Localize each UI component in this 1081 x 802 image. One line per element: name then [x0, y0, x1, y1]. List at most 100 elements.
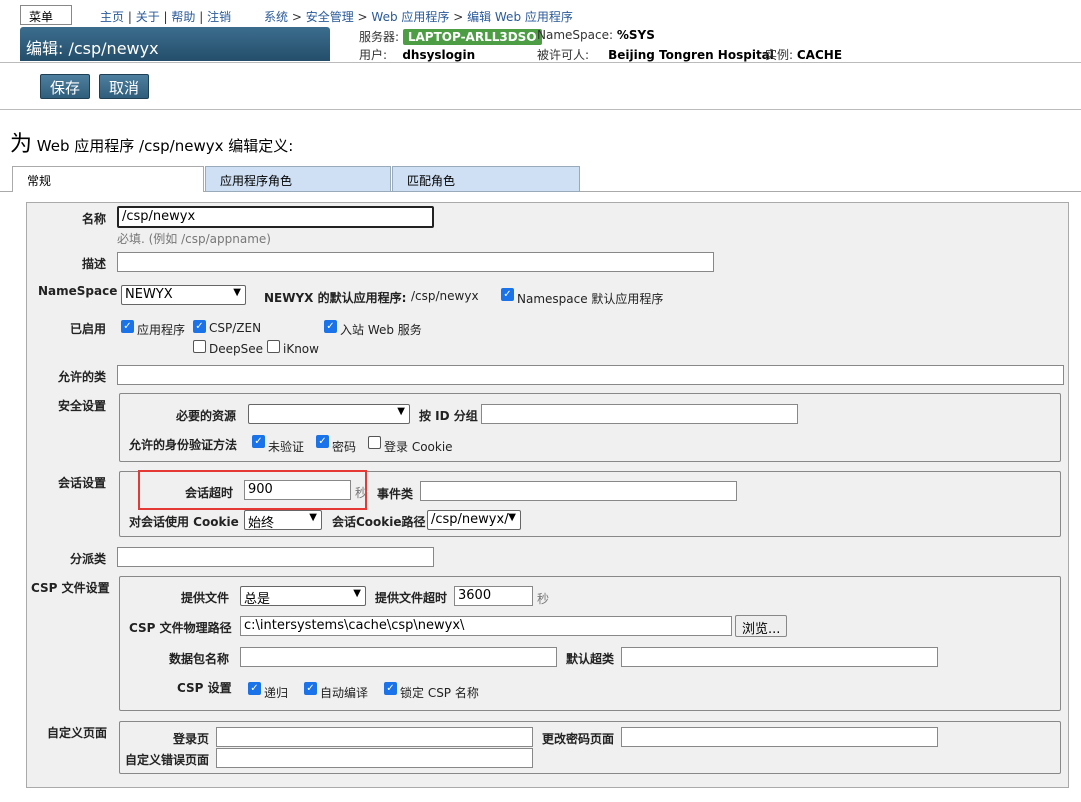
- namespace-default-checkbox[interactable]: ✓: [501, 288, 514, 301]
- licensee-label: 被许可人:: [537, 48, 590, 62]
- auth-unauth-checkbox[interactable]: ✓: [252, 435, 265, 448]
- serve-files-select[interactable]: 总是 ▼: [240, 586, 366, 607]
- session-label: 会话设置: [58, 476, 107, 490]
- browse-button[interactable]: 浏览...: [735, 615, 788, 637]
- breadcrumb-webapps[interactable]: Web 应用程序: [371, 10, 449, 24]
- group-by-id-label: 按 ID 分组: [419, 409, 478, 423]
- link-about[interactable]: 关于: [136, 10, 160, 24]
- serve-files-value: 总是: [244, 592, 271, 607]
- dispatch-class-input[interactable]: [117, 547, 434, 567]
- namespace-default-label: Namespace 默认应用程序: [517, 292, 664, 306]
- group-by-id-input[interactable]: [481, 404, 798, 424]
- page-heading: 为 Web 应用程序 /csp/newyx 编辑定义:: [10, 126, 293, 158]
- link-logout[interactable]: 注销: [207, 10, 231, 24]
- instance-label: 实例:: [765, 48, 794, 62]
- csp-autocompile-checkbox[interactable]: ✓: [304, 682, 317, 695]
- description-label: 描述: [82, 257, 107, 271]
- session-timeout-unit: 秒: [355, 486, 368, 500]
- cookie-path-select[interactable]: /csp/newyx/ ▼: [427, 510, 521, 530]
- name-input[interactable]: /csp/newyx: [117, 206, 434, 228]
- event-class-label: 事件类: [377, 487, 414, 501]
- save-button[interactable]: 保存: [40, 74, 91, 99]
- enabled-csp-label: CSP/ZEN: [209, 321, 262, 335]
- required-resource-label: 必要的资源: [176, 409, 237, 423]
- server-badge: LAPTOP-ARLL3DSO: [402, 29, 542, 45]
- session-timeout-label: 会话超时: [185, 486, 234, 500]
- namespace-select[interactable]: NEWYX ▼: [121, 285, 246, 305]
- tab-matching-roles[interactable]: 匹配角色: [392, 166, 580, 192]
- custom-pages-label: 自定义页面: [47, 726, 108, 740]
- cookie-path-label: 会话Cookie路径: [332, 515, 426, 529]
- enabled-iknow-label: iKnow: [283, 342, 319, 356]
- cancel-button[interactable]: 取消: [99, 74, 150, 99]
- serve-timeout-label: 提供文件超时: [375, 591, 448, 605]
- auth-password-label: 密码: [332, 440, 357, 454]
- server-info: 服务器: LAPTOP-ARLL3DSO: [359, 28, 542, 45]
- login-page-input[interactable]: [216, 727, 533, 747]
- auth-cookie-checkbox[interactable]: [368, 436, 381, 449]
- namespace-info: NameSpace: %SYS: [537, 28, 655, 42]
- serve-timeout-unit: 秒: [537, 592, 550, 606]
- enabled-app-label: 应用程序: [137, 323, 186, 337]
- breadcrumb-edit-webapp[interactable]: 编辑 Web 应用程序: [467, 10, 573, 24]
- server-label: 服务器:: [359, 30, 400, 44]
- divider: [0, 109, 1081, 110]
- serve-timeout-input[interactable]: 3600: [454, 586, 533, 606]
- tab-general[interactable]: 常规: [12, 166, 204, 192]
- page-title: 编辑: /csp/newyx: [20, 27, 330, 61]
- package-name-input[interactable]: [240, 647, 557, 667]
- csp-recurse-checkbox[interactable]: ✓: [248, 682, 261, 695]
- user-value: dhsyslogin: [402, 48, 476, 62]
- instance-info: 实例: CACHE: [765, 46, 842, 63]
- change-password-page-input[interactable]: [621, 727, 938, 747]
- enabled-inbound-label: 入站 Web 服务: [340, 323, 422, 337]
- enabled-deepsee-checkbox[interactable]: [193, 340, 206, 353]
- enabled-iknow-checkbox[interactable]: [267, 340, 280, 353]
- event-class-input[interactable]: [420, 481, 737, 501]
- use-cookie-select[interactable]: 始终 ▼: [244, 510, 322, 531]
- auth-cookie-label: 登录 Cookie: [384, 440, 453, 454]
- chevron-down-icon: ▼: [508, 512, 516, 523]
- link-home[interactable]: 主页: [100, 10, 124, 24]
- namespace-select-value: NEWYX: [125, 287, 173, 302]
- top-links: 主页 | 关于 | 帮助 | 注销: [100, 10, 232, 24]
- description-input[interactable]: [117, 252, 714, 272]
- name-hint: 必填. (例如 /csp/appname): [117, 232, 271, 246]
- custom-error-page-input[interactable]: [216, 748, 533, 768]
- required-resource-select[interactable]: ▼: [248, 404, 410, 424]
- use-cookie-label: 对会话使用 Cookie: [129, 515, 239, 529]
- auth-password-checkbox[interactable]: ✓: [316, 435, 329, 448]
- default-superclass-label: 默认超类: [566, 652, 615, 666]
- default-app-label: NEWYX 的默认应用程序:: [264, 291, 407, 305]
- csp-lock-checkbox[interactable]: ✓: [384, 682, 397, 695]
- csp-settings-section-label: CSP 文件设置: [31, 581, 110, 595]
- csp-path-input[interactable]: c:\intersystems\cache\csp\newyx\: [240, 616, 732, 636]
- default-superclass-input[interactable]: [621, 647, 938, 667]
- enabled-inbound-checkbox[interactable]: ✓: [324, 320, 337, 333]
- session-timeout-input[interactable]: 900: [244, 480, 351, 500]
- chevron-down-icon: ▼: [353, 588, 361, 599]
- breadcrumb-security[interactable]: 安全管理: [306, 10, 354, 24]
- licensee-value: Beijing Tongren Hospital: [608, 48, 774, 62]
- csp-lock-label: 锁定 CSP 名称: [400, 686, 479, 700]
- breadcrumb: 系统 > 安全管理 > Web 应用程序 > 编辑 Web 应用程序: [264, 10, 573, 24]
- namespace-label: NameSpace:: [537, 28, 614, 42]
- chevron-down-icon: ▼: [309, 512, 317, 523]
- instance-value: CACHE: [796, 48, 843, 62]
- enabled-csp-checkbox[interactable]: ✓: [193, 320, 206, 333]
- breadcrumb-system[interactable]: 系统: [264, 10, 288, 24]
- user-label: 用户:: [359, 48, 388, 62]
- allowed-class-input[interactable]: [117, 365, 1064, 385]
- link-help[interactable]: 帮助: [171, 10, 195, 24]
- enabled-app-checkbox[interactable]: ✓: [121, 320, 134, 333]
- licensee-info: 被许可人: Beijing Tongren Hospital: [537, 46, 774, 63]
- chevron-down-icon: ▼: [397, 406, 405, 417]
- auth-unauth-label: 未验证: [268, 440, 305, 454]
- custom-error-page-label: 自定义错误页面: [125, 753, 210, 767]
- name-label: 名称: [82, 212, 107, 226]
- tab-app-roles[interactable]: 应用程序角色: [205, 166, 391, 192]
- package-name-label: 数据包名称: [169, 652, 230, 666]
- cookie-path-value: /csp/newyx/: [431, 512, 509, 527]
- namespace-field-label: NameSpace: [38, 284, 118, 298]
- menu-button[interactable]: 菜单: [20, 5, 72, 25]
